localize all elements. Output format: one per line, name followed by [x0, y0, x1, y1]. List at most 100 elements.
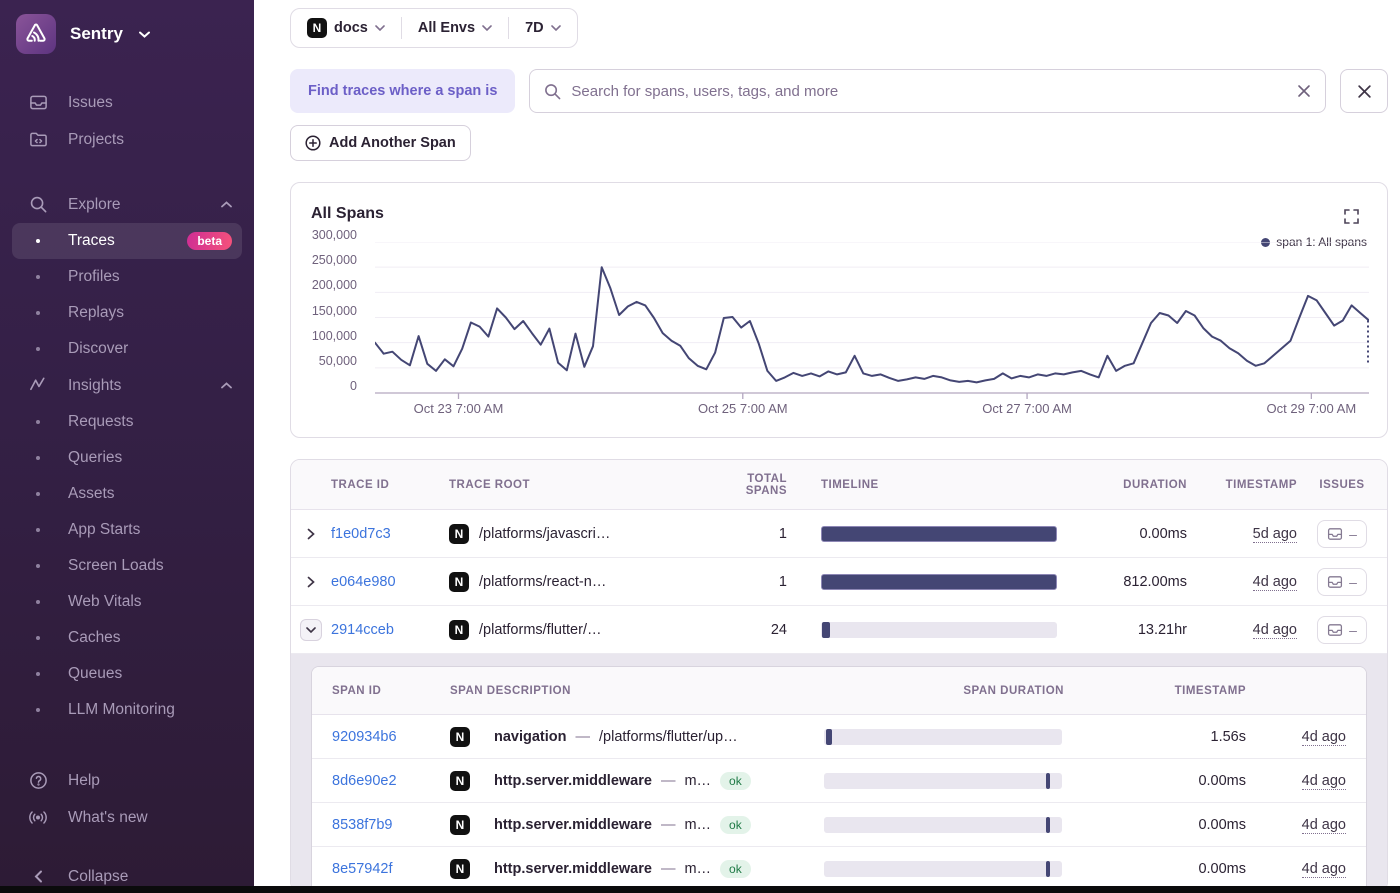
duration: 13.21hr: [1057, 622, 1187, 638]
main-content: N docs All Envs 7D Find traces where a s…: [254, 0, 1400, 893]
sidebar-nav: Issues Projects Explore Traces beta: [12, 84, 242, 728]
search-input[interactable]: [571, 83, 1287, 100]
sidebar-item-llm-monitoring[interactable]: LLM Monitoring: [12, 692, 242, 728]
sidebar-item-issues[interactable]: Issues: [12, 84, 242, 121]
beta-badge: beta: [187, 232, 232, 250]
span-description: m…: [684, 817, 711, 833]
issues-button[interactable]: –: [1317, 616, 1367, 644]
nextjs-icon: N: [450, 727, 470, 747]
sidebar-item-discover[interactable]: Discover: [12, 331, 242, 367]
collapse-row-button[interactable]: [300, 619, 322, 641]
span-duration: 0.00ms: [1064, 773, 1246, 789]
total-spans: 1: [707, 526, 787, 542]
bullet-icon: [28, 239, 48, 243]
span-timeline-bar: [824, 817, 1062, 833]
sidebar-item-assets[interactable]: Assets: [12, 476, 242, 512]
timestamp[interactable]: 4d ago: [1253, 574, 1297, 591]
environment-selector[interactable]: All Envs: [418, 20, 492, 36]
list-item[interactable]: 8d6e90e2 N http.server.middleware — m… o…: [312, 759, 1366, 803]
status-badge: ok: [720, 860, 751, 878]
timestamp[interactable]: 4d ago: [1302, 773, 1346, 790]
sidebar-item-caches[interactable]: Caches: [12, 620, 242, 656]
nextjs-icon: N: [450, 771, 470, 791]
sidebar-item-queues[interactable]: Queues: [12, 656, 242, 692]
pulse-icon: [28, 376, 48, 395]
span-id-link[interactable]: 920934b6: [332, 729, 397, 745]
nextjs-icon: N: [449, 524, 469, 544]
issues-button[interactable]: –: [1317, 520, 1367, 548]
timestamp[interactable]: 4d ago: [1302, 817, 1346, 834]
sidebar-item-requests[interactable]: Requests: [12, 404, 242, 440]
col-span-id: SPAN ID: [332, 685, 450, 697]
expand-row-button[interactable]: [291, 528, 331, 540]
environment-label: All Envs: [418, 20, 475, 36]
chevron-left-icon: [28, 870, 48, 883]
sidebar-footer: Help What's new Collapse: [12, 762, 242, 893]
bullet-icon: [28, 420, 48, 424]
span-op: http.server.middleware: [494, 861, 652, 877]
timestamp[interactable]: 4d ago: [1302, 729, 1346, 746]
sidebar-item-projects[interactable]: Projects: [12, 121, 242, 158]
nextjs-icon: N: [307, 18, 327, 38]
trace-id-link[interactable]: e064e980: [331, 574, 396, 590]
sidebar-item-screen-loads[interactable]: Screen Loads: [12, 548, 242, 584]
y-tick: 250,000: [312, 253, 357, 267]
span-id-link[interactable]: 8d6e90e2: [332, 773, 397, 789]
sidebar-item-app-starts[interactable]: App Starts: [12, 512, 242, 548]
list-item[interactable]: 8538f7b9 N http.server.middleware — m… o…: [312, 803, 1366, 847]
date-range-selector[interactable]: 7D: [525, 20, 561, 36]
nextjs-icon: N: [449, 572, 469, 592]
dash-separator: —: [661, 861, 676, 877]
timestamp[interactable]: 4d ago: [1253, 622, 1297, 639]
sidebar-item-label: LLM Monitoring: [68, 701, 175, 719]
divider: [508, 17, 509, 39]
expand-row-button[interactable]: [291, 576, 331, 588]
close-icon: [1297, 84, 1311, 98]
col-span-description: SPAN DESCRIPTION: [450, 685, 824, 697]
table-row[interactable]: f1e0d7c3 N /platforms/javascri… 1 0.00ms…: [291, 510, 1387, 558]
sidebar-item-replays[interactable]: Replays: [12, 295, 242, 331]
trace-id-link[interactable]: f1e0d7c3: [331, 526, 391, 542]
sidebar-item-traces[interactable]: Traces beta: [12, 223, 242, 259]
trace-table-header: TRACE ID TRACE ROOT TOTAL SPANS TIMELINE…: [291, 460, 1387, 510]
timestamp[interactable]: 5d ago: [1253, 526, 1297, 543]
status-badge: ok: [720, 772, 751, 790]
plus-circle-icon: [305, 135, 321, 151]
span-id-link[interactable]: 8e57942f: [332, 861, 392, 877]
span-filter-row: Find traces where a span is: [290, 69, 1388, 113]
sidebar-section-insights[interactable]: Insights: [12, 367, 242, 404]
sidebar-section-explore[interactable]: Explore: [12, 186, 242, 223]
expand-chart-button[interactable]: [1344, 209, 1359, 224]
issues-button[interactable]: –: [1317, 568, 1367, 596]
issues-count: –: [1349, 574, 1357, 590]
bullet-icon: [28, 456, 48, 460]
add-another-span-button[interactable]: Add Another Span: [290, 125, 471, 161]
chevron-down-icon: [482, 25, 492, 31]
chevron-down-icon: [139, 31, 150, 38]
org-switcher[interactable]: Sentry: [12, 12, 242, 54]
sidebar-item-label: Caches: [68, 629, 121, 647]
span-search-bar[interactable]: [529, 69, 1326, 113]
org-name: Sentry: [70, 24, 123, 44]
project-selector[interactable]: N docs: [307, 18, 385, 38]
timestamp[interactable]: 4d ago: [1302, 861, 1346, 878]
remove-span-filter-button[interactable]: [1340, 69, 1388, 113]
bullet-icon: [28, 636, 48, 640]
sidebar-item-web-vitals[interactable]: Web Vitals: [12, 584, 242, 620]
sidebar-item-profiles[interactable]: Profiles: [12, 259, 242, 295]
clear-search-button[interactable]: [1297, 84, 1311, 98]
issues-count: –: [1349, 622, 1357, 638]
y-tick: 50,000: [319, 354, 357, 368]
sidebar-item-queries[interactable]: Queries: [12, 440, 242, 476]
table-row[interactable]: e064e980 N /platforms/react-n… 1 812.00m…: [291, 558, 1387, 606]
trace-id-link[interactable]: 2914cceb: [331, 622, 394, 638]
list-item[interactable]: 920934b6 N navigation — /platforms/flutt…: [312, 715, 1366, 759]
list-item[interactable]: 8e57942f N http.server.middleware — m… o…: [312, 847, 1366, 891]
find-traces-chip[interactable]: Find traces where a span is: [290, 69, 515, 113]
add-span-row: Add Another Span: [290, 125, 1388, 161]
sidebar-item-help[interactable]: Help: [12, 762, 242, 799]
span-id-link[interactable]: 8538f7b9: [332, 817, 392, 833]
sidebar-item-whats-new[interactable]: What's new: [12, 799, 242, 836]
col-issues: ISSUES: [1297, 479, 1387, 491]
table-row[interactable]: 2914cceb N /platforms/flutter/… 24 13.21…: [291, 606, 1387, 654]
